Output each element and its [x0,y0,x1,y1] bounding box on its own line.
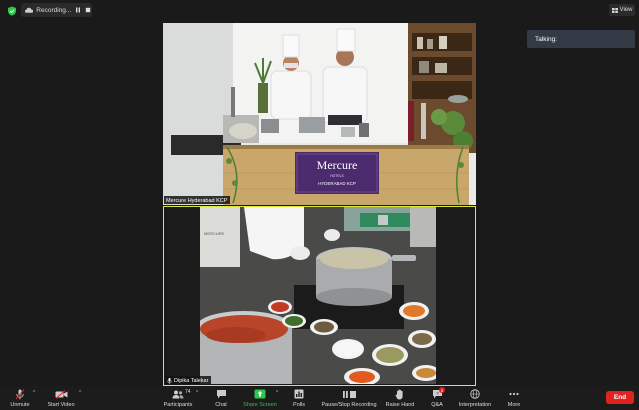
video-tile-active-speaker[interactable]: MERCURE Dipika Talekar [163,206,476,386]
unmute-label: Unmute [10,402,30,408]
globe-icon [470,389,480,399]
chat-button[interactable]: Chat [210,386,232,410]
banner-brand: Mercure [317,158,358,172]
muted-microphone-icon [15,388,25,399]
talking-indicator: Talking: [527,30,635,48]
pause-stop-recording-button[interactable]: Pause/Stop Recording [318,386,380,410]
view-label: View [619,7,633,13]
pause-recording-icon[interactable] [74,6,81,14]
participants-label: Participants [163,402,193,408]
polls-label: Polls [293,402,305,408]
grid-icon [611,7,618,13]
qa-label: Q&A [431,402,443,408]
video-feed-cooking: MERCURE [164,207,474,384]
share-screen-button[interactable]: Share Screen [241,386,279,410]
stop-recording-icon[interactable] [85,6,92,14]
raise-hand-label: Raise Hand [385,402,415,408]
banner-location: HYDERABAD KCP [318,181,356,186]
microphone-icon [167,377,172,384]
view-button[interactable]: View [609,4,635,16]
talking-label: Talking: [535,36,558,43]
interpretation-label: Interpretation [458,402,492,408]
qa-badge: 1 [439,387,445,393]
raise-hand-icon [395,389,403,399]
audio-options-caret-icon[interactable]: ^ [33,390,35,396]
video-off-icon [55,389,67,399]
participant-name: Mercure Hyderabad KCP [166,197,228,204]
video-tile-host[interactable]: Mercure HOTELS HYDERABAD KCP Mercure Hyd… [163,23,476,205]
cloud-icon [25,7,34,13]
start-video-button[interactable]: Start Video [44,386,78,410]
participant-name-tag: Dipika Talekar [165,376,212,384]
pause-stop-recording-label: Pause/Stop Recording [321,402,377,408]
polls-button[interactable]: Polls [288,386,310,410]
banner-sub: HOTELS [330,174,344,178]
apron-text: MERCURE [204,231,225,236]
share-screen-caret-icon[interactable]: ^ [276,390,278,396]
participants-count: 74 [185,389,191,395]
meeting-window: Recording... View Talking: Mercure HOTEL… [0,0,639,410]
recording-indicator: Recording... [21,3,92,17]
participants-caret-icon[interactable]: ^ [196,390,198,396]
meeting-toolbar: Unmute ^ Start Video ^ Participants 74 ^… [0,386,639,410]
more-icon [509,392,519,396]
end-meeting-button[interactable]: End [606,391,634,404]
share-screen-icon [254,389,266,399]
interpretation-button[interactable]: Interpretation [456,386,494,410]
unmute-button[interactable]: Unmute [6,386,34,410]
end-label: End [613,394,627,401]
share-screen-label: Share Screen [243,402,277,408]
participant-name-tag: Mercure Hyderabad KCP [164,196,231,204]
recording-label: Recording... [36,6,72,14]
participant-name: Dipika Talekar [174,377,209,384]
video-feed-kitchen: Mercure HOTELS HYDERABAD KCP [163,23,476,205]
raise-hand-button[interactable]: Raise Hand [384,386,416,410]
participants-icon [172,390,184,398]
video-options-caret-icon[interactable]: ^ [79,390,81,396]
pause-stop-recording-icon [343,390,356,398]
polls-icon [294,389,304,399]
more-button[interactable]: More [503,386,525,410]
shield-icon[interactable] [7,6,17,16]
chat-icon [216,390,226,399]
start-video-label: Start Video [47,402,75,408]
chat-label: Chat [215,402,227,408]
more-label: More [507,402,521,408]
